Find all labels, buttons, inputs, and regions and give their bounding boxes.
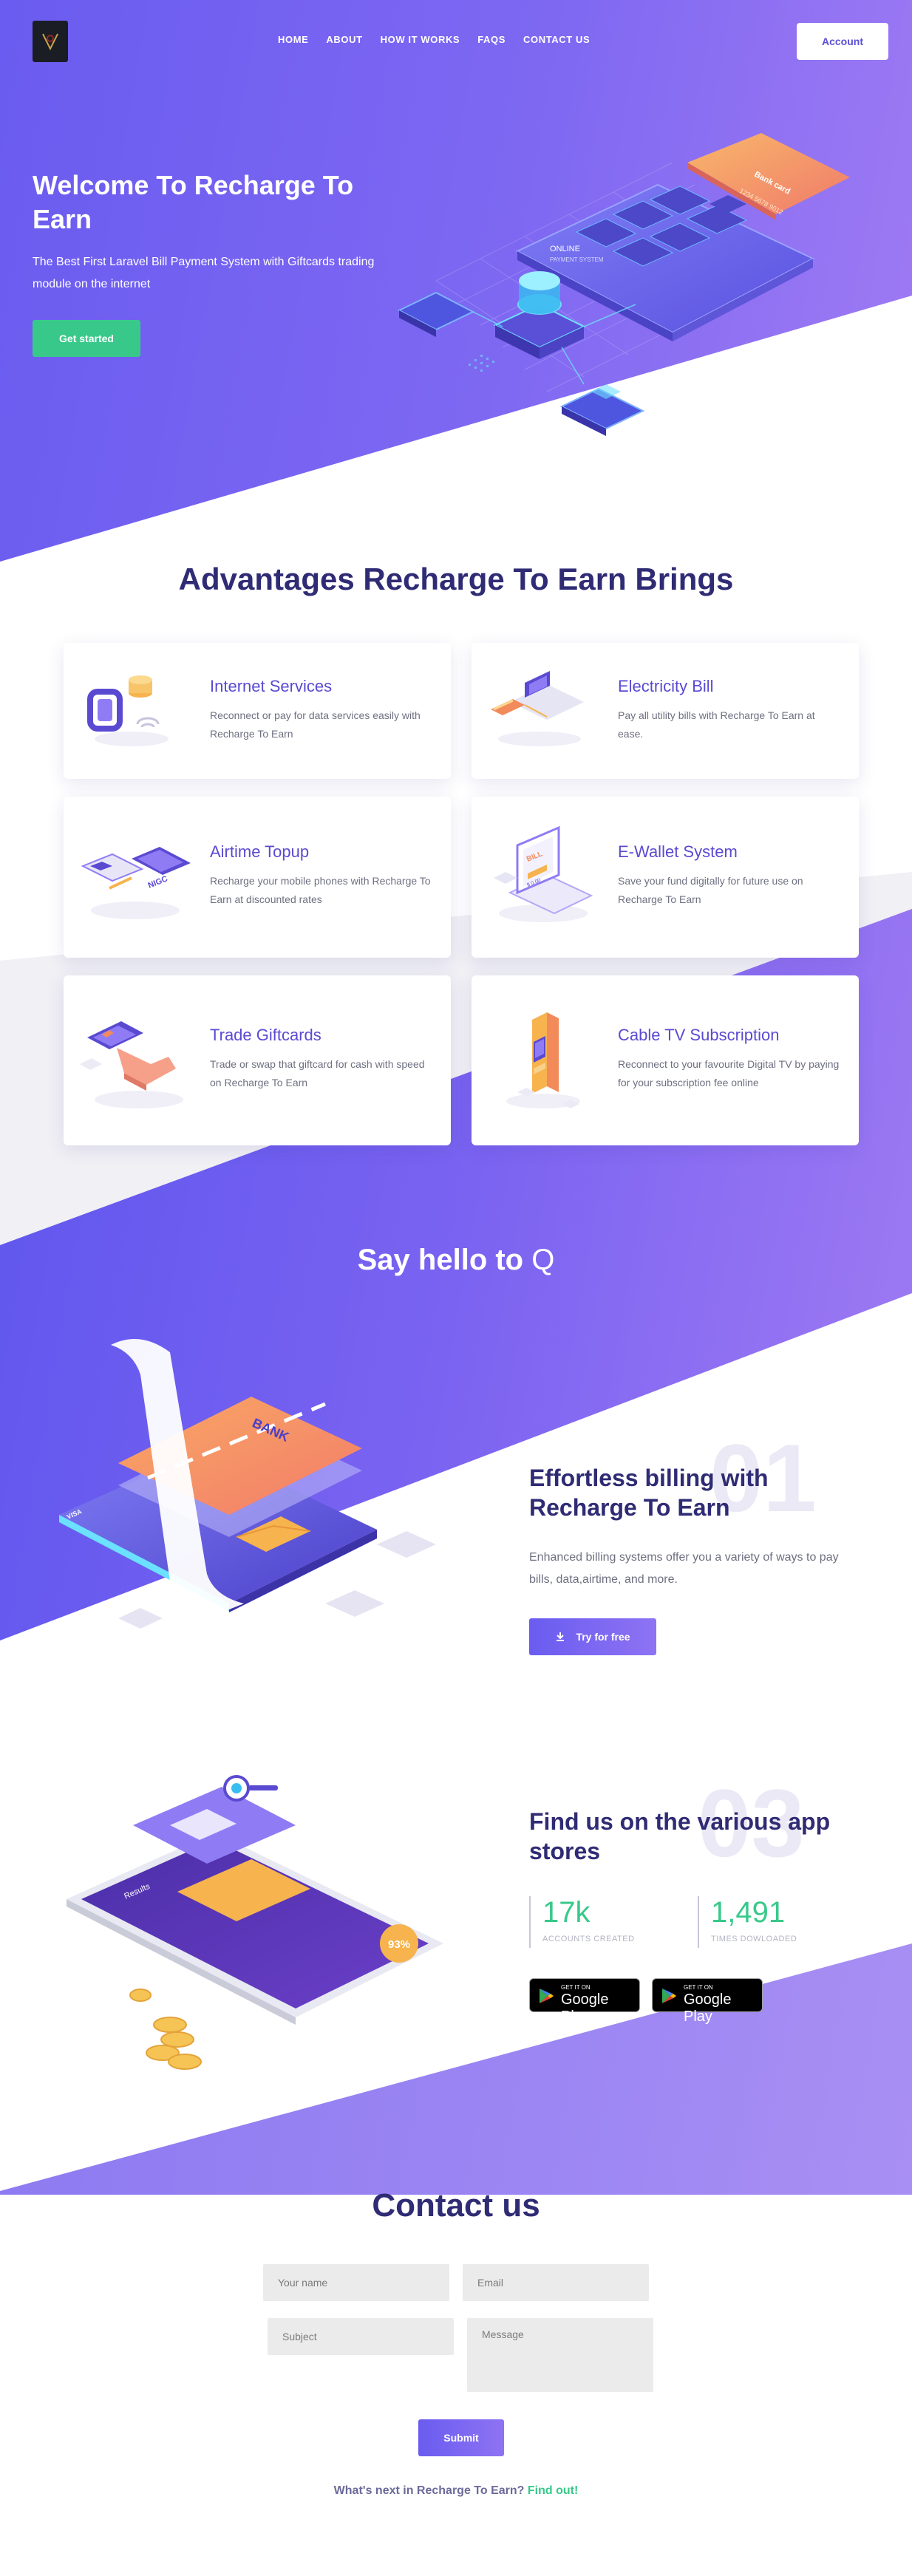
phone-brand-text: NIGC	[147, 874, 169, 890]
hero-subtitle: The Best First Laravel Bill Payment Syst…	[33, 256, 375, 290]
hero-title: Welcome To Recharge To Earn	[33, 170, 354, 234]
badge-small-text: GET IT ON	[684, 1984, 713, 1991]
mobile-app-illustration: Results 93%	[67, 1775, 443, 2070]
laptop-card-icon	[491, 671, 584, 746]
percent-text: 93%	[388, 1938, 410, 1951]
try-for-free-button[interactable]: Try for free	[529, 1618, 656, 1655]
stat-downloads-value: 1,491	[711, 1896, 786, 1929]
card-cable-tv-subscription[interactable]: Cable TV Subscription Reconnect to your …	[472, 975, 859, 1145]
advantages-title: Advantages Recharge To Earn Brings	[178, 562, 734, 596]
google-play-badge-2[interactable]: GET IT ON Google Play	[652, 1978, 763, 2025]
card-description: Save your fund digitally for future use …	[618, 875, 803, 905]
subject-input[interactable]	[268, 2318, 454, 2355]
nav-about[interactable]: ABOUT	[326, 34, 362, 45]
card-airtime-topup[interactable]: NIGC Airtime Topup Recharge your mobile …	[64, 797, 451, 958]
find-out-link[interactable]: Find out!	[528, 2484, 578, 2497]
card-title: E-Wallet System	[618, 842, 738, 861]
submit-button[interactable]: Submit	[418, 2419, 504, 2456]
card-e-wallet-system[interactable]: BILL $ 0.00 E-Wallet System Save your fu…	[472, 797, 859, 958]
main-nav: HOME ABOUT HOW IT WORKS FAQS CONTACT US	[278, 34, 590, 45]
say-hello-title-text: Say hello to	[357, 1244, 532, 1276]
say-hello-title-accent: Q	[531, 1244, 555, 1276]
feature-title: Effortless billing with Recharge To Earn	[529, 1465, 769, 1521]
download-icon	[557, 1632, 565, 1641]
payment-system-illustration: ONLINE PAYMENT SYSTEM Bank card 1234 567…	[397, 133, 850, 436]
logo-icon	[42, 33, 58, 51]
badge-big-text: Google Play	[561, 1991, 609, 2025]
laptop-wallet-icon: BILL $ 0.00	[494, 825, 593, 922]
card-description: Trade or swap that giftcard for cash wit…	[210, 1058, 425, 1088]
card-internet-services[interactable]: Internet Services Reconnect or pay for d…	[64, 643, 451, 779]
nav-faqs[interactable]: FAQS	[477, 34, 506, 45]
google-play-icon	[662, 1989, 676, 2003]
card-title: Internet Services	[210, 677, 333, 695]
badge-big-text: Google Play	[684, 1991, 732, 2025]
stat-downloads-label: TIMES DOWLOADED	[711, 1935, 797, 1943]
stores-title: Find us on the various app stores	[529, 1808, 831, 1864]
kiosk-icon	[506, 1012, 580, 1108]
google-play-badge-1[interactable]: GET IT ON Google Play	[529, 1978, 640, 2025]
card-electricity-bill[interactable]: Electricity Bill Pay all utility bills w…	[472, 643, 859, 779]
contact-title: Contact us	[372, 2187, 540, 2224]
name-input[interactable]	[263, 2264, 449, 2301]
billing-illustration: BANK VISA	[59, 1339, 436, 1629]
logo[interactable]	[33, 21, 68, 62]
nav-home[interactable]: HOME	[278, 34, 308, 45]
card-title: Cable TV Subscription	[618, 1026, 780, 1044]
whats-next-question: What's next in Recharge To Earn?	[333, 2484, 525, 2497]
nav-how-it-works[interactable]: HOW IT WORKS	[381, 34, 460, 45]
badge-small-text: GET IT ON	[561, 1984, 591, 1991]
card-description: Reconnect or pay for data services easil…	[210, 709, 421, 740]
screen-sub-label: PAYMENT SYSTEM	[550, 256, 604, 263]
account-button[interactable]: Account	[797, 23, 888, 60]
screen-label: ONLINE	[550, 245, 580, 253]
card-title: Trade Giftcards	[210, 1026, 321, 1044]
hand-card-icon	[80, 1021, 183, 1108]
feature-description: Enhanced billing systems offer you a var…	[529, 1551, 839, 1586]
card-description: Pay all utility bills with Recharge To E…	[618, 709, 815, 740]
card-description: Reconnect to your favourite Digital TV b…	[618, 1058, 840, 1088]
card-trade-giftcards[interactable]: Trade Giftcards Trade or swap that giftc…	[64, 975, 451, 1145]
whats-next-text: What's next in Recharge To Earn? Find ou…	[0, 2484, 912, 2498]
stat-downloads: 1,491 TIMES DOWLOADED	[698, 1896, 797, 1948]
card-title: Airtime Topup	[210, 842, 310, 861]
message-textarea[interactable]	[467, 2318, 653, 2392]
stat-accounts-value: 17k	[542, 1896, 591, 1929]
card-description: Recharge your mobile phones with Recharg…	[210, 875, 431, 905]
email-input[interactable]	[463, 2264, 649, 2301]
phones-icon: NIGC	[81, 847, 191, 919]
card-title: Electricity Bill	[618, 677, 714, 695]
get-started-button[interactable]: Get started	[33, 320, 140, 357]
stat-accounts-label: ACCOUNTS CREATED	[542, 1935, 635, 1943]
stat-accounts: 17k ACCOUNTS CREATED	[529, 1896, 635, 1948]
try-for-free-label: Try for free	[576, 1631, 630, 1643]
nav-contact-us[interactable]: CONTACT US	[523, 34, 590, 45]
say-hello-title: Say hello to Q	[0, 1244, 912, 1277]
smartwatch-icon	[87, 675, 169, 746]
google-play-icon	[540, 1989, 554, 2003]
